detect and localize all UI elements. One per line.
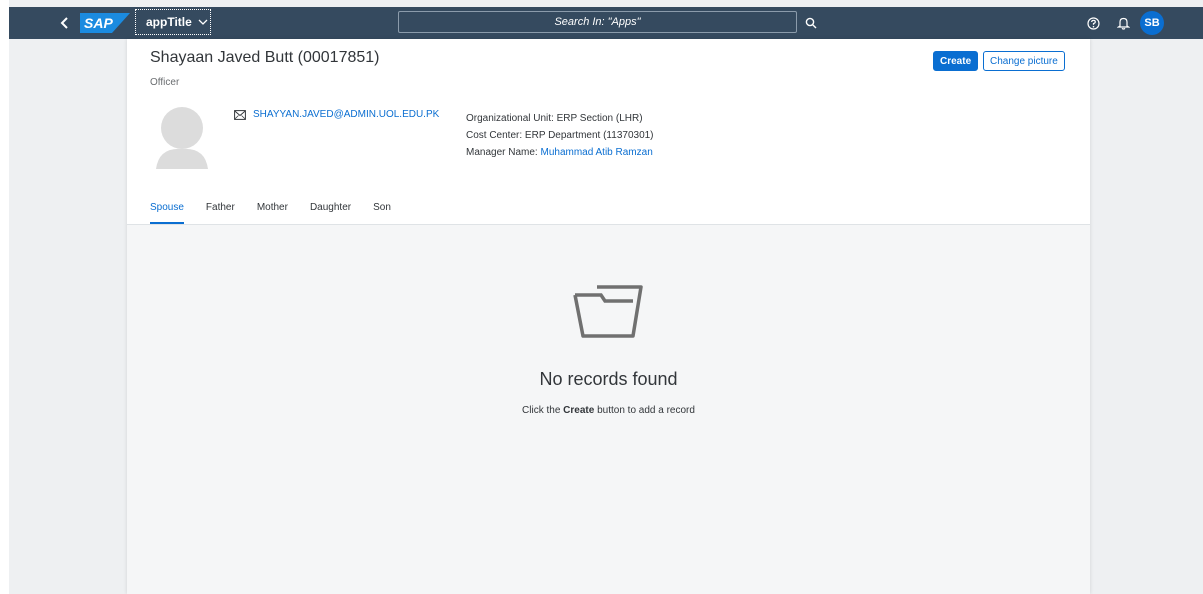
search-field[interactable] [398,11,797,33]
cost-center-row: Cost Center: ERP Department (11370301) [466,127,654,144]
employee-photo [153,105,213,169]
empty-folder-icon [573,285,643,338]
org-unit-label: Organizational Unit: [466,113,554,124]
empty-state-description: Click the Create button to add a record [127,405,1090,416]
tab-daughter[interactable]: Daughter [310,202,351,224]
tab-son[interactable]: Son [373,202,391,224]
cost-center-label: Cost Center: [466,130,523,141]
search-button[interactable] [801,13,821,33]
notifications-button[interactable] [1113,13,1133,33]
email-link[interactable]: SHAYYAN.JAVED@ADMIN.UOL.EDU.PK [253,109,439,120]
email-icon [234,109,246,120]
search-input[interactable] [399,12,796,32]
change-picture-button[interactable]: Change picture [983,51,1065,71]
create-button[interactable]: Create [933,51,979,71]
help-icon [1086,16,1100,30]
app-title-text: appTitle [146,15,192,29]
empty-state-suffix: button to add a record [597,405,695,416]
page-title: Shayaan Javed Butt (00017851) [150,49,380,66]
tab-bar: Spouse Father Mother Daughter Son [150,202,413,224]
shell-bar: SAP appTitle SB [9,7,1203,39]
org-unit-value: ERP Section (LHR) [556,113,643,124]
employee-attributes: Organizational Unit: ERP Section (LHR) C… [466,110,654,161]
sap-logo[interactable]: SAP [80,13,130,33]
back-arrow-icon [60,17,68,29]
empty-state-prefix: Click the [522,405,561,416]
object-header: Shayaan Javed Butt (00017851) Officer Cr… [127,39,1090,225]
app-title-menu[interactable]: appTitle [135,9,211,35]
person-placeholder-icon [156,107,208,169]
cost-center-value: ERP Department (11370301) [524,130,654,141]
employee-role: Officer [150,77,180,88]
sap-logo-text: SAP [84,15,113,31]
object-page: Shayaan Javed Butt (00017851) Officer Cr… [127,39,1090,594]
manager-link[interactable]: Muhammad Atib Ramzan [540,147,652,158]
empty-state-title: No records found [539,369,678,389]
bell-icon [1116,17,1130,30]
chevron-down-icon [198,19,208,25]
user-avatar[interactable]: SB [1140,11,1164,35]
manager-label: Manager Name: [466,147,538,158]
tab-father[interactable]: Father [206,202,235,224]
manager-row: Manager Name: Muhammad Atib Ramzan [466,144,654,161]
avatar-initials: SB [1144,17,1160,29]
email-contact: SHAYYAN.JAVED@ADMIN.UOL.EDU.PK [234,109,439,120]
back-button[interactable] [53,11,77,35]
search-icon [805,17,817,29]
tab-spouse[interactable]: Spouse [150,202,184,224]
tab-mother[interactable]: Mother [257,202,288,224]
help-button[interactable] [1083,13,1103,33]
org-unit-row: Organizational Unit: ERP Section (LHR) [466,110,654,127]
empty-state-create-word: Create [563,405,595,416]
